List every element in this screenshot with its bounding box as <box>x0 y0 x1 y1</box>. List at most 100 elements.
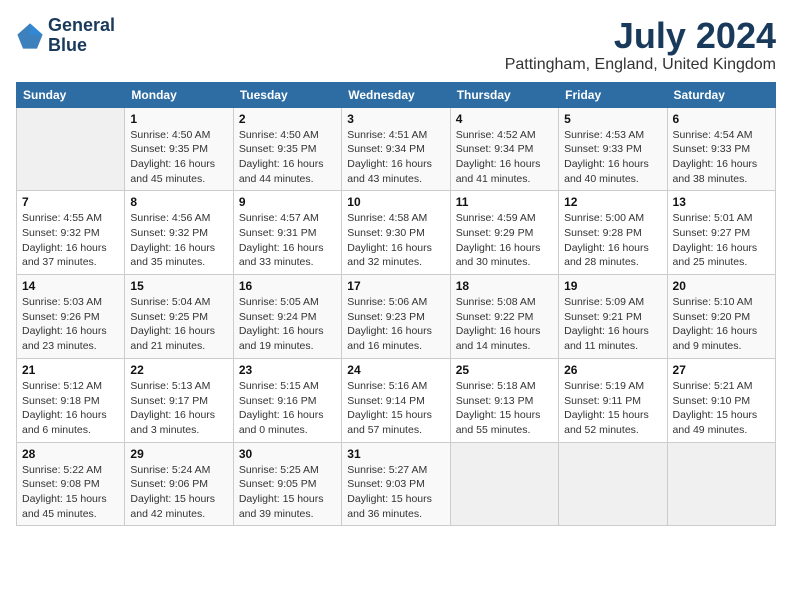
calendar-cell: 25 Sunrise: 5:18 AM Sunset: 9:13 PM Dayli… <box>450 358 558 442</box>
day-number: 2 <box>239 112 336 126</box>
title-block: July 2024 Pattingham, England, United Ki… <box>505 16 776 74</box>
day-number: 31 <box>347 447 444 461</box>
day-info: Sunrise: 4:56 AM Sunset: 9:32 PM Dayligh… <box>130 211 227 270</box>
calendar-cell: 13Sunrise: 5:01 AM Sunset: 9:27 PM Dayli… <box>667 191 775 275</box>
weekday-header-cell: Thursday <box>450 82 558 107</box>
calendar-cell: 19 Sunrise: 5:09 AM Sunset: 9:21 PM Dayli… <box>559 275 667 359</box>
calendar-week-row: 21Sunrise: 5:12 AM Sunset: 9:18 PM Dayli… <box>17 358 776 442</box>
calendar-cell: 5 Sunrise: 4:53 AM Sunset: 9:33 PM Daylig… <box>559 107 667 191</box>
calendar-cell: 31 Sunrise: 5:27 AM Sunset: 9:03 PM Dayli… <box>342 442 450 526</box>
day-info: Sunrise: 4:53 AM Sunset: 9:33 PM Dayligh… <box>564 128 661 187</box>
day-info: Sunrise: 5:16 AM Sunset: 9:14 PM Dayligh… <box>347 379 444 438</box>
calendar-cell: 2 Sunrise: 4:50 AM Sunset: 9:35 PM Daylig… <box>233 107 341 191</box>
day-number: 19 <box>564 279 661 293</box>
calendar-cell: 29 Sunrise: 5:24 AM Sunset: 9:06 PM Dayli… <box>125 442 233 526</box>
day-number: 8 <box>130 195 227 209</box>
day-number: 18 <box>456 279 553 293</box>
calendar-cell: 26 Sunrise: 5:19 AM Sunset: 9:11 PM Dayli… <box>559 358 667 442</box>
day-info: Sunrise: 5:21 AM Sunset: 9:10 PM Dayligh… <box>673 379 770 438</box>
day-info: Sunrise: 4:55 AM Sunset: 9:32 PM Dayligh… <box>22 211 119 270</box>
day-info: Sunrise: 4:50 AM Sunset: 9:35 PM Dayligh… <box>130 128 227 187</box>
day-info: Sunrise: 5:10 AM Sunset: 9:20 PM Dayligh… <box>673 295 770 354</box>
calendar-cell: 6 Sunrise: 4:54 AM Sunset: 9:33 PM Daylig… <box>667 107 775 191</box>
day-info: Sunrise: 4:51 AM Sunset: 9:34 PM Dayligh… <box>347 128 444 187</box>
weekday-header-row: SundayMondayTuesdayWednesdayThursdayFrid… <box>17 82 776 107</box>
weekday-header-cell: Sunday <box>17 82 125 107</box>
day-number: 25 <box>456 363 553 377</box>
day-info: Sunrise: 4:59 AM Sunset: 9:29 PM Dayligh… <box>456 211 553 270</box>
day-info: Sunrise: 5:18 AM Sunset: 9:13 PM Dayligh… <box>456 379 553 438</box>
day-info: Sunrise: 5:25 AM Sunset: 9:05 PM Dayligh… <box>239 463 336 522</box>
day-info: Sunrise: 4:57 AM Sunset: 9:31 PM Dayligh… <box>239 211 336 270</box>
day-info: Sunrise: 4:58 AM Sunset: 9:30 PM Dayligh… <box>347 211 444 270</box>
day-number: 13 <box>673 195 770 209</box>
calendar-cell <box>450 442 558 526</box>
day-number: 9 <box>239 195 336 209</box>
calendar-cell: 9 Sunrise: 4:57 AM Sunset: 9:31 PM Daylig… <box>233 191 341 275</box>
calendar-week-row: 7 Sunrise: 4:55 AM Sunset: 9:32 PM Daylig… <box>17 191 776 275</box>
weekday-header-cell: Friday <box>559 82 667 107</box>
day-number: 10 <box>347 195 444 209</box>
calendar-cell: 23 Sunrise: 5:15 AM Sunset: 9:16 PM Dayli… <box>233 358 341 442</box>
calendar-cell: 20 Sunrise: 5:10 AM Sunset: 9:20 PM Dayli… <box>667 275 775 359</box>
day-number: 29 <box>130 447 227 461</box>
calendar-cell: 15 Sunrise: 5:04 AM Sunset: 9:25 PM Dayli… <box>125 275 233 359</box>
day-info: Sunrise: 5:00 AM Sunset: 9:28 PM Dayligh… <box>564 211 661 270</box>
day-info: Sunrise: 5:27 AM Sunset: 9:03 PM Dayligh… <box>347 463 444 522</box>
day-number: 28 <box>22 447 119 461</box>
day-number: 22 <box>130 363 227 377</box>
day-info: Sunrise: 5:09 AM Sunset: 9:21 PM Dayligh… <box>564 295 661 354</box>
calendar-table: SundayMondayTuesdayWednesdayThursdayFrid… <box>16 82 776 527</box>
day-number: 14 <box>22 279 119 293</box>
day-info: Sunrise: 5:22 AM Sunset: 9:08 PM Dayligh… <box>22 463 119 522</box>
logo-icon <box>16 22 44 50</box>
day-number: 21 <box>22 363 119 377</box>
weekday-header-cell: Saturday <box>667 82 775 107</box>
day-number: 5 <box>564 112 661 126</box>
day-number: 1 <box>130 112 227 126</box>
day-info: Sunrise: 4:50 AM Sunset: 9:35 PM Dayligh… <box>239 128 336 187</box>
weekday-header-cell: Tuesday <box>233 82 341 107</box>
day-number: 20 <box>673 279 770 293</box>
day-info: Sunrise: 5:08 AM Sunset: 9:22 PM Dayligh… <box>456 295 553 354</box>
day-info: Sunrise: 5:05 AM Sunset: 9:24 PM Dayligh… <box>239 295 336 354</box>
day-number: 11 <box>456 195 553 209</box>
calendar-cell: 8 Sunrise: 4:56 AM Sunset: 9:32 PM Daylig… <box>125 191 233 275</box>
day-info: Sunrise: 5:03 AM Sunset: 9:26 PM Dayligh… <box>22 295 119 354</box>
calendar-cell: 4Sunrise: 4:52 AM Sunset: 9:34 PM Daylig… <box>450 107 558 191</box>
day-info: Sunrise: 5:24 AM Sunset: 9:06 PM Dayligh… <box>130 463 227 522</box>
day-number: 7 <box>22 195 119 209</box>
calendar-cell: 1 Sunrise: 4:50 AM Sunset: 9:35 PM Daylig… <box>125 107 233 191</box>
day-number: 6 <box>673 112 770 126</box>
day-number: 15 <box>130 279 227 293</box>
day-info: Sunrise: 5:15 AM Sunset: 9:16 PM Dayligh… <box>239 379 336 438</box>
calendar-body: 1 Sunrise: 4:50 AM Sunset: 9:35 PM Daylig… <box>17 107 776 526</box>
calendar-cell <box>559 442 667 526</box>
calendar-cell: 27Sunrise: 5:21 AM Sunset: 9:10 PM Dayli… <box>667 358 775 442</box>
day-info: Sunrise: 5:04 AM Sunset: 9:25 PM Dayligh… <box>130 295 227 354</box>
calendar-cell <box>667 442 775 526</box>
day-info: Sunrise: 5:19 AM Sunset: 9:11 PM Dayligh… <box>564 379 661 438</box>
calendar-cell: 12Sunrise: 5:00 AM Sunset: 9:28 PM Dayli… <box>559 191 667 275</box>
calendar-week-row: 14 Sunrise: 5:03 AM Sunset: 9:26 PM Dayli… <box>17 275 776 359</box>
day-number: 23 <box>239 363 336 377</box>
calendar-week-row: 1 Sunrise: 4:50 AM Sunset: 9:35 PM Daylig… <box>17 107 776 191</box>
logo-text: General Blue <box>48 16 115 56</box>
day-number: 24 <box>347 363 444 377</box>
day-number: 4 <box>456 112 553 126</box>
day-number: 26 <box>564 363 661 377</box>
page-header: General Blue July 2024 Pattingham, Engla… <box>16 16 776 74</box>
calendar-cell: 17Sunrise: 5:06 AM Sunset: 9:23 PM Dayli… <box>342 275 450 359</box>
day-number: 3 <box>347 112 444 126</box>
calendar-cell: 11 Sunrise: 4:59 AM Sunset: 9:29 PM Dayli… <box>450 191 558 275</box>
day-info: Sunrise: 5:13 AM Sunset: 9:17 PM Dayligh… <box>130 379 227 438</box>
calendar-cell: 28 Sunrise: 5:22 AM Sunset: 9:08 PM Dayli… <box>17 442 125 526</box>
location: Pattingham, England, United Kingdom <box>505 56 776 74</box>
calendar-cell: 14 Sunrise: 5:03 AM Sunset: 9:26 PM Dayli… <box>17 275 125 359</box>
calendar-cell: 30Sunrise: 5:25 AM Sunset: 9:05 PM Dayli… <box>233 442 341 526</box>
calendar-cell: 16 Sunrise: 5:05 AM Sunset: 9:24 PM Dayli… <box>233 275 341 359</box>
calendar-cell: 18 Sunrise: 5:08 AM Sunset: 9:22 PM Dayli… <box>450 275 558 359</box>
day-number: 16 <box>239 279 336 293</box>
calendar-cell <box>17 107 125 191</box>
day-info: Sunrise: 4:54 AM Sunset: 9:33 PM Dayligh… <box>673 128 770 187</box>
